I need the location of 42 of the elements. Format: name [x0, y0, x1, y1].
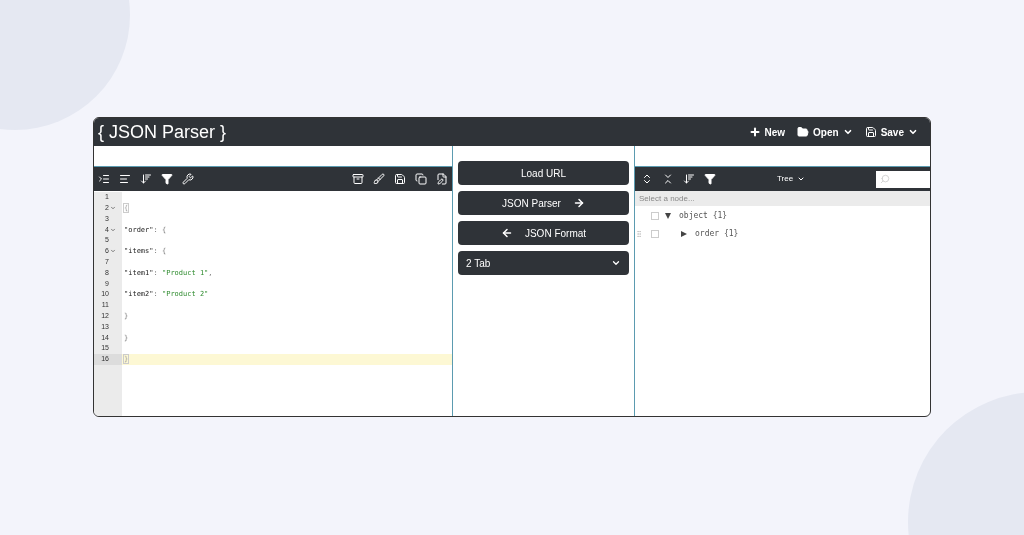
- expand-all-icon[interactable]: [641, 173, 653, 185]
- compact-icon[interactable]: [119, 173, 131, 185]
- copy-icon[interactable]: [415, 173, 427, 185]
- window-title: { JSON Parser }: [98, 120, 227, 144]
- status-text: Select a node...: [639, 192, 695, 205]
- wrench-icon[interactable]: [182, 173, 194, 185]
- caret-icon: [611, 258, 621, 268]
- collapsed-triangle-icon[interactable]: [681, 231, 687, 237]
- node-checkbox[interactable]: [651, 212, 659, 220]
- save-icon[interactable]: [394, 173, 406, 185]
- arrow-right-icon: [572, 197, 585, 209]
- menu-button[interactable]: New: [748, 124, 786, 140]
- save-icon: [864, 126, 877, 138]
- action-button[interactable]: Load URL: [458, 161, 629, 185]
- filter-icon[interactable]: [704, 173, 716, 185]
- edit-icon[interactable]: [436, 173, 448, 185]
- search-field[interactable]: [876, 170, 930, 188]
- action-button[interactable]: JSON Format: [458, 221, 629, 245]
- mode-dropdown[interactable]: Tree: [777, 173, 806, 185]
- sort-icon[interactable]: [140, 173, 152, 185]
- tree-node-label[interactable]: object {1}: [679, 210, 728, 222]
- tree-node-label[interactable]: order {1}: [695, 228, 739, 240]
- plus-icon: [748, 126, 761, 138]
- filter-icon[interactable]: [161, 173, 173, 185]
- folder-icon: [797, 126, 810, 138]
- format-icon[interactable]: [98, 173, 110, 185]
- sort-icon[interactable]: [683, 173, 695, 185]
- menu-button[interactable]: Open: [797, 124, 853, 140]
- caret-icon: [908, 127, 918, 137]
- indent-select[interactable]: 2 Tab: [458, 251, 629, 275]
- arrow-left-icon: [500, 227, 513, 239]
- search-icon: [880, 174, 890, 184]
- archive-icon[interactable]: [352, 173, 364, 185]
- drag-handle-icon[interactable]: [635, 229, 643, 239]
- node-checkbox[interactable]: [651, 230, 659, 238]
- caret-icon: [797, 175, 806, 183]
- brush-icon[interactable]: [373, 173, 385, 185]
- action-button[interactable]: JSON Parser: [458, 191, 629, 215]
- menu-button[interactable]: Save: [864, 124, 918, 140]
- caret-icon: [842, 127, 853, 137]
- collapse-all-icon[interactable]: [662, 173, 674, 185]
- expanded-triangle-icon[interactable]: [665, 213, 671, 219]
